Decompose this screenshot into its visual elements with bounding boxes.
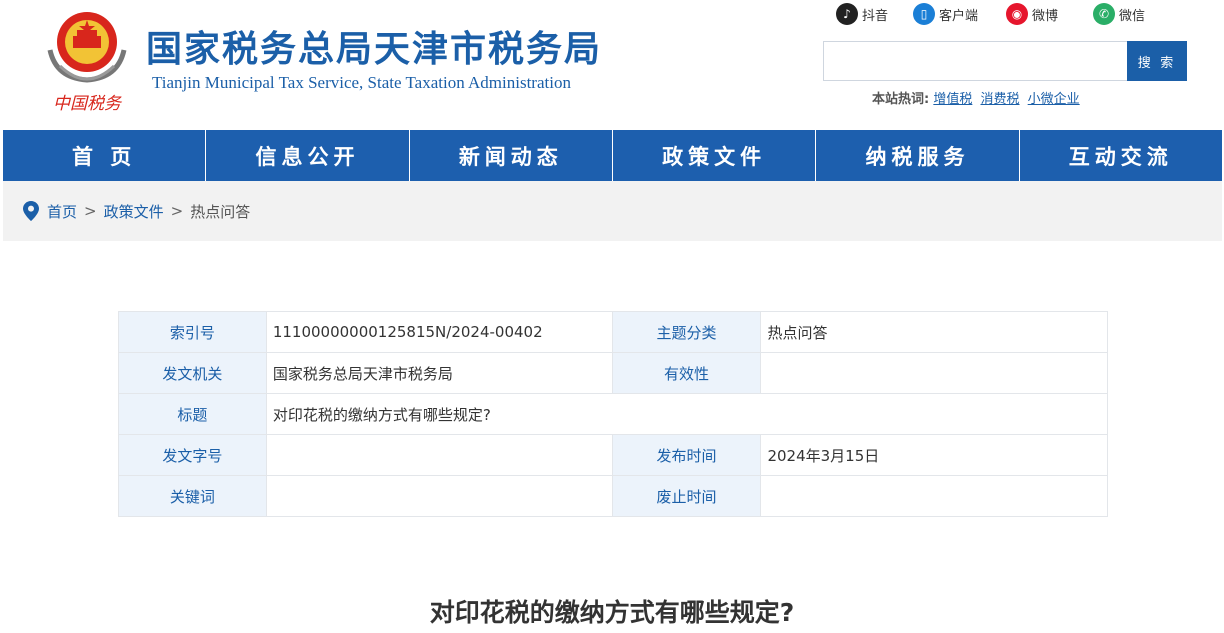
subject-value: 热点问答 [760, 311, 1108, 353]
issuer-value: 国家税务总局天津市税务局 [265, 352, 613, 394]
table-row: 发文机关 国家税务总局天津市税务局 有效性 [118, 352, 1108, 394]
social-label: 抖音 [862, 8, 889, 24]
table-row: 标题 对印花税的缴纳方式有哪些规定? [118, 393, 1109, 435]
nav-item-home[interactable]: 首 页 [3, 130, 205, 181]
breadcrumb-policy[interactable]: 政策文件 [104, 201, 164, 222]
table-row: 关键词 废止时间 [118, 475, 1108, 517]
search-input[interactable] [823, 41, 1127, 81]
search-button[interactable]: 搜 索 [1127, 41, 1187, 81]
document-info-table: 索引号 11100000000125815N/2024-00402 主题分类 热… [118, 311, 1109, 517]
keywords-value [265, 475, 613, 517]
breadcrumb-separator: > [170, 202, 184, 220]
table-row: 发文字号 发布时间 2024年3月15日 [118, 434, 1108, 476]
site-subtitle: Tianjin Municipal Tax Service, State Tax… [152, 73, 571, 92]
article-title: 对印花税的缴纳方式有哪些规定? [429, 598, 795, 627]
social-douyin[interactable]: ♪ 抖音 [836, 2, 888, 26]
social-client[interactable]: ▯ 客户端 [913, 2, 978, 26]
nav-item-policy[interactable]: 政策文件 [611, 130, 815, 181]
weibo-icon: ◉ [1006, 3, 1028, 25]
subject-label: 主题分类 [611, 311, 762, 353]
site-title: 国家税务总局天津市税务局 [146, 29, 603, 70]
index-label: 索引号 [118, 311, 267, 353]
social-weibo[interactable]: ◉ 微博 [1006, 2, 1058, 26]
nav-item-tax-service[interactable]: 纳税服务 [815, 130, 1018, 181]
publish-label: 发布时间 [611, 434, 762, 476]
location-pin-icon [23, 201, 39, 221]
repeal-value [760, 475, 1108, 517]
hot-keyword-link[interactable]: 增值税 [933, 92, 972, 107]
breadcrumb: 首页 > 政策文件 > 热点问答 [3, 181, 1222, 241]
wechat-icon: ✆ [1093, 3, 1115, 25]
social-label: 微信 [1119, 8, 1146, 24]
breadcrumb-separator: > [84, 202, 97, 220]
social-wechat[interactable]: ✆ 微信 [1093, 2, 1145, 26]
hot-keywords-label: 本站热词: [872, 92, 930, 107]
publish-value: 2024年3月15日 [760, 434, 1108, 476]
validity-label: 有效性 [611, 352, 762, 394]
title-value: 对印花税的缴纳方式有哪些规定? [265, 393, 1109, 435]
hot-keywords: 本站热词: 增值税 消费税 小微企业 [872, 88, 1084, 107]
douyin-icon: ♪ [836, 3, 858, 25]
keywords-label: 关键词 [118, 475, 267, 517]
social-label: 微博 [1032, 8, 1059, 24]
docno-value [265, 434, 613, 476]
docno-label: 发文字号 [118, 434, 267, 476]
national-emblem-logo[interactable]: 中国税务 [44, 6, 130, 116]
validity-value [760, 352, 1108, 394]
title-label: 标题 [118, 393, 267, 435]
nav-item-interaction[interactable]: 互动交流 [1018, 130, 1222, 181]
nav-item-news[interactable]: 新闻动态 [408, 130, 612, 181]
breadcrumb-current: 热点问答 [190, 202, 251, 221]
mobile-client-icon: ▯ [913, 3, 935, 25]
social-label: 客户端 [939, 8, 979, 24]
hot-keyword-link[interactable]: 小微企业 [1028, 92, 1080, 107]
table-row: 索引号 11100000000125815N/2024-00402 主题分类 热… [118, 311, 1108, 353]
breadcrumb-home[interactable]: 首页 [47, 201, 77, 222]
main-nav: 首 页 信息公开 新闻动态 政策文件 纳税服务 互动交流 [3, 130, 1222, 181]
svg-text:中国税务: 中国税务 [53, 94, 123, 114]
hot-keyword-link[interactable]: 消费税 [981, 92, 1020, 107]
index-value: 11100000000125815N/2024-00402 [265, 311, 613, 353]
nav-item-info-disclosure[interactable]: 信息公开 [205, 130, 408, 181]
issuer-label: 发文机关 [118, 352, 267, 394]
repeal-label: 废止时间 [611, 475, 762, 517]
site-header: 中国税务 国家税务总局天津市税务局 Tianjin Municipal Tax … [0, 0, 1224, 130]
